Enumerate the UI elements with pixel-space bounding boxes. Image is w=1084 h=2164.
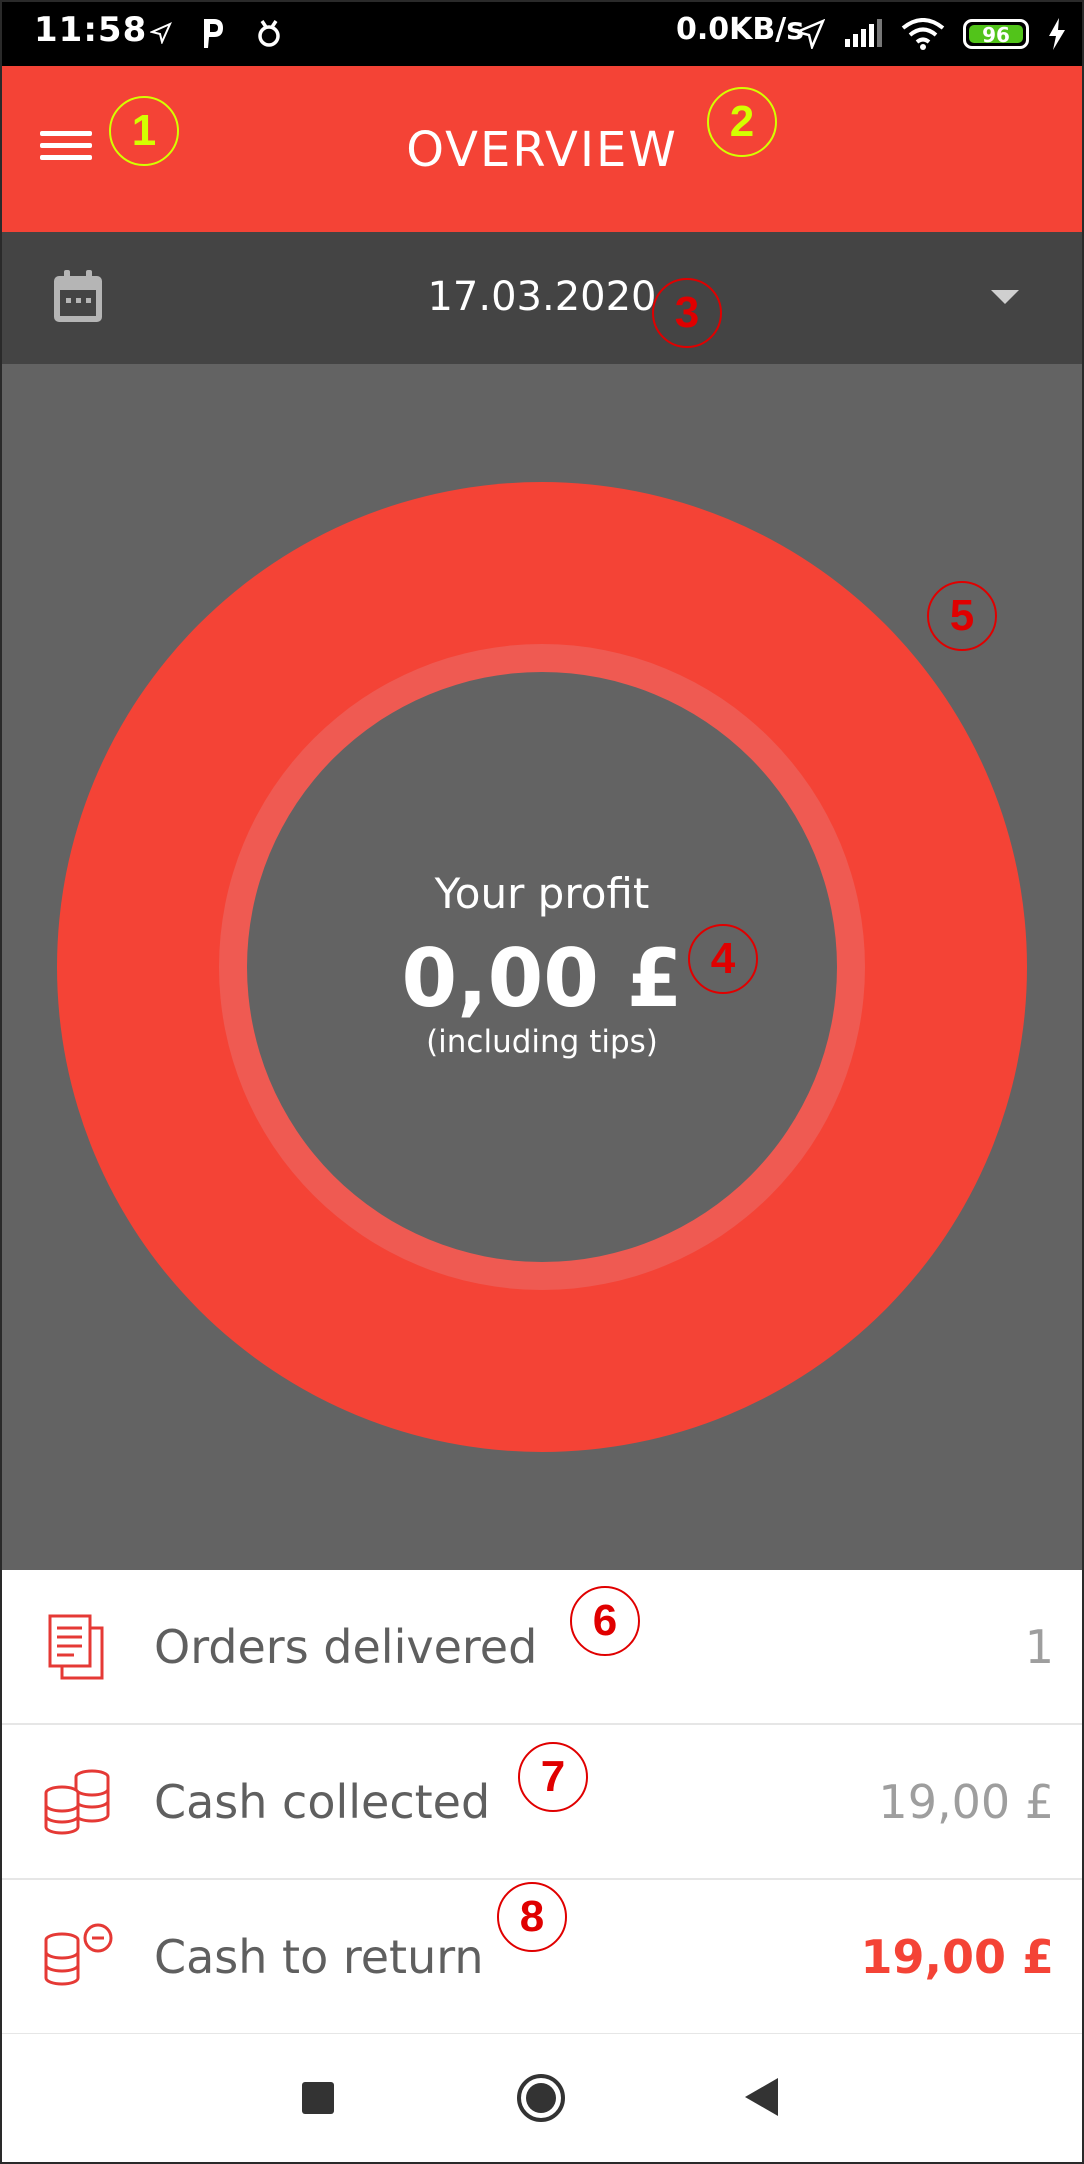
date-selector[interactable]: 17.03.2020 — [0, 232, 1084, 364]
stat-label: Orders delivered — [154, 1620, 538, 1674]
selected-date[interactable]: 17.03.2020 — [0, 274, 1084, 320]
status-bar: 11:58 0.0KB/s 96 — [0, 0, 1084, 66]
location-icon — [795, 19, 825, 49]
status-icons-right: 96 — [795, 12, 1067, 56]
documents-icon — [48, 1614, 104, 1680]
stat-value: 1 — [1024, 1620, 1054, 1674]
network-speed: 0.0KB/s — [676, 12, 805, 47]
callout-3: 3 — [652, 278, 722, 348]
coins-minus-icon — [44, 1923, 113, 1986]
stat-value: 19,00 £ — [860, 1930, 1054, 1984]
charging-icon — [1049, 18, 1065, 50]
callout-7: 7 — [518, 1742, 588, 1812]
callout-2: 2 — [707, 87, 777, 157]
back-button[interactable] — [745, 2078, 778, 2116]
status-time: 11:58 — [34, 10, 148, 50]
callout-5: 5 — [927, 581, 997, 651]
chevron-down-icon[interactable] — [991, 290, 1019, 304]
stat-row-orders-delivered: Orders delivered 1 — [0, 1570, 1084, 1725]
bug-icon — [258, 20, 280, 47]
battery-icon: 96 — [963, 19, 1029, 49]
callout-8: 8 — [497, 1882, 567, 1952]
recent-apps-button[interactable] — [302, 2082, 334, 2114]
callout-4: 4 — [688, 924, 758, 994]
status-icons-left — [150, 10, 284, 56]
callout-6: 6 — [570, 1586, 640, 1656]
profit-label: Your profit — [434, 869, 650, 918]
navigation-icon — [150, 22, 172, 44]
signal-icon — [845, 19, 882, 47]
wifi-icon — [901, 18, 945, 50]
stat-value: 19,00 £ — [878, 1775, 1054, 1829]
home-button[interactable] — [516, 2073, 566, 2123]
profit-chart-area: Your profit 0,00 £ (including tips) — [0, 364, 1084, 1570]
stat-label: Cash collected — [154, 1775, 491, 1829]
profit-subtitle: (including tips) — [426, 1024, 658, 1060]
profit-value: 0,00 £ — [401, 932, 683, 1025]
coins-icon — [44, 1769, 110, 1835]
parking-app-icon — [204, 19, 223, 48]
stat-label: Cash to return — [154, 1930, 484, 1984]
battery-level: 96 — [982, 23, 1010, 47]
system-navigation-bar — [0, 2034, 1084, 2164]
callout-1: 1 — [109, 96, 179, 166]
